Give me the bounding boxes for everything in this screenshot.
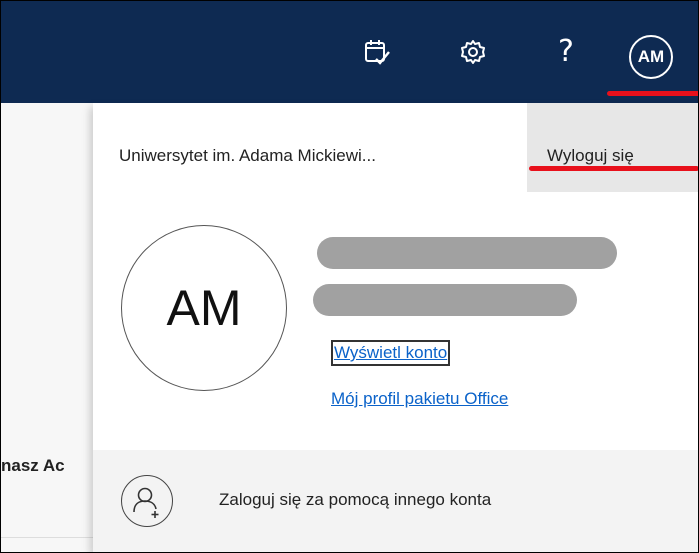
top-navigation-bar: ? AM bbox=[1, 1, 698, 103]
view-account-link[interactable]: Wyświetl konto bbox=[331, 340, 451, 366]
background-partial-label: nasz Ac bbox=[1, 456, 65, 475]
sign-in-other-account-row[interactable]: Zaloguj się za pomocą innego konta bbox=[93, 450, 698, 552]
account-avatar-button[interactable]: AM bbox=[629, 35, 673, 79]
screenshot-frame: ? AM nasz Ac Uniwersytet im. Adama Micki… bbox=[0, 0, 699, 553]
help-icon[interactable]: ? bbox=[558, 37, 580, 67]
annotation-underline bbox=[529, 166, 698, 171]
organization-name: Uniwersytet im. Adama Mickiewi... bbox=[119, 146, 376, 165]
profile-avatar: AM bbox=[121, 225, 287, 391]
redacted-user-name bbox=[317, 237, 617, 269]
background-page bbox=[1, 103, 93, 552]
gear-icon[interactable] bbox=[458, 37, 488, 67]
calendar-check-icon[interactable] bbox=[362, 37, 392, 67]
sign-out-label: Wyloguj się bbox=[547, 146, 634, 165]
divider bbox=[1, 537, 93, 538]
redacted-user-email bbox=[313, 284, 577, 316]
account-manager-panel: Uniwersytet im. Adama Mickiewi... Wylogu… bbox=[93, 103, 698, 552]
annotation-underline bbox=[607, 91, 698, 96]
sign-in-other-account-label: Zaloguj się za pomocą innego konta bbox=[219, 490, 492, 509]
add-person-icon bbox=[121, 475, 173, 527]
office-profile-link[interactable]: Mój profil pakietu Office bbox=[331, 389, 508, 409]
sign-out-button[interactable]: Wyloguj się bbox=[527, 103, 698, 192]
